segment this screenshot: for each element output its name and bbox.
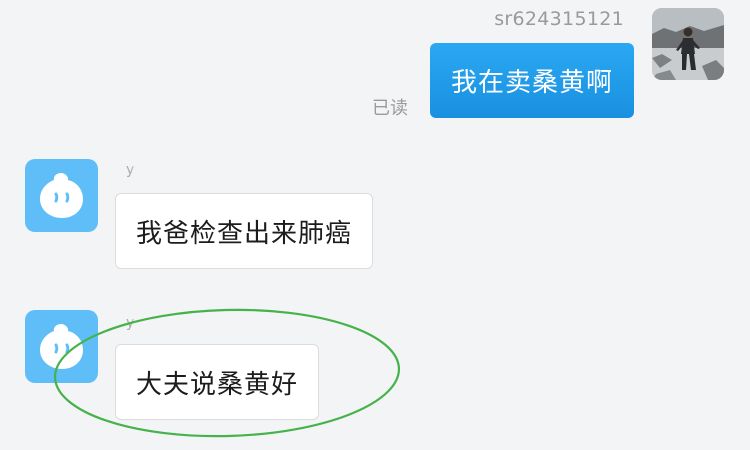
incoming-sender-name: y <box>126 315 135 333</box>
user-photo-image <box>652 8 724 80</box>
incoming-message-bubble[interactable]: 我爸检查出来肺癌 <box>115 193 374 269</box>
outgoing-sender-name: sr624315121 <box>494 8 624 30</box>
incoming-sender-name: y <box>126 162 135 180</box>
annotation-highlight-ring <box>53 308 401 438</box>
droplet-mascot-icon <box>40 324 83 369</box>
read-receipt: 已读 <box>372 98 408 119</box>
droplet-mascot-icon <box>40 173 83 218</box>
incoming-message-bubble[interactable]: 大夫说桑黄好 <box>115 344 320 420</box>
chat-thread: sr624315121 我在卖桑黄啊 已读 y 我爸检查出来肺癌 y 大夫说桑黄… <box>0 0 750 450</box>
user-photo-avatar[interactable] <box>652 8 724 80</box>
contact-avatar[interactable] <box>25 159 98 232</box>
outgoing-message-bubble[interactable]: 我在卖桑黄啊 <box>429 43 634 118</box>
contact-avatar[interactable] <box>25 310 98 383</box>
